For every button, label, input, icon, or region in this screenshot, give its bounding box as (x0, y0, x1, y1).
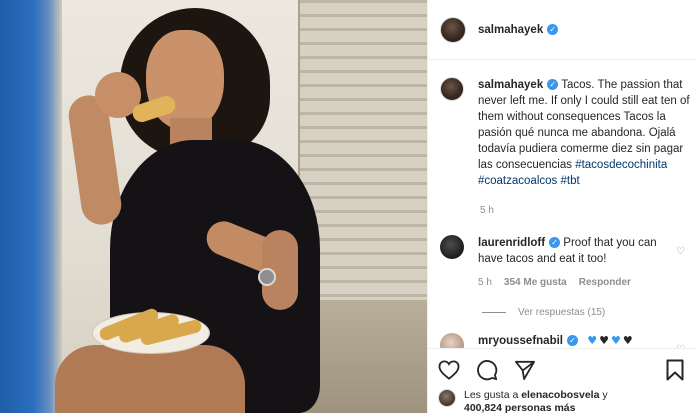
black-heart-icon: ♥ (622, 333, 633, 347)
comment-time[interactable]: 5 h (478, 277, 492, 288)
comment-text: laurenridloff ✓ Proof that you can have t… (478, 235, 668, 267)
likes-prefix: Les gusta a (464, 389, 519, 401)
woman-legs (55, 345, 245, 413)
blue-heart-icon: ♥ (610, 333, 621, 347)
save-bookmark-icon[interactable] (664, 359, 686, 381)
comment-meta: 5 h 354 Me gusta Responder (478, 277, 668, 288)
view-replies-button[interactable]: Ver respuestas (15) (482, 307, 605, 318)
likes-count[interactable]: 400,824 personas más (464, 402, 576, 413)
action-icons (438, 359, 536, 381)
verified-icon: ✓ (567, 335, 578, 347)
likes-and: y (602, 389, 608, 401)
comment-item: laurenridloff ✓ Proof that you can have t… (440, 235, 690, 288)
post-photo[interactable] (0, 0, 427, 413)
liker-avatar[interactable] (438, 389, 456, 407)
comment-text: mryoussefnabil ✓ ♥ ♥ ♥ ♥ (478, 333, 668, 348)
comment-likes[interactable]: 354 Me gusta (504, 277, 567, 288)
black-heart-icon: ♥ (599, 333, 609, 347)
commenter-username[interactable]: laurenridloff (478, 237, 545, 249)
caption-username[interactable]: salmahayek (478, 79, 543, 91)
blue-heart-icon: ♥ (587, 333, 598, 347)
caption-avatar[interactable] (440, 77, 464, 101)
post-actions: Les gusta a elenacobosvela y 400,824 per… (428, 348, 696, 413)
verified-icon: ✓ (547, 79, 559, 91)
hashtag-link[interactable]: #tacosdecochinita (575, 159, 667, 171)
liker-username[interactable]: elenacobosvela (521, 389, 599, 401)
reply-button[interactable]: Responder (579, 277, 631, 288)
share-send-icon[interactable] (514, 359, 536, 381)
commenter-avatar[interactable] (440, 333, 464, 348)
post-caption: salmahayek ✓ Tacos. The passion that neve… (440, 77, 690, 216)
caption-body: Tacos. The passion that never left me. I… (478, 79, 690, 171)
comment-body: laurenridloff ✓ Proof that you can have t… (464, 235, 668, 288)
replies-line (482, 312, 506, 313)
wrist-watch (258, 268, 276, 286)
comments-section[interactable]: salmahayek ✓ Tacos. The passion that neve… (428, 61, 696, 348)
heart-emojis: ♥ ♥ ♥ ♥ (587, 333, 633, 347)
hashtag-link[interactable]: #coatzacoalcos (478, 175, 557, 187)
post-header: salmahayek ✓ (428, 0, 696, 60)
view-replies-label: Ver respuestas (15) (518, 307, 606, 318)
blue-wall (0, 0, 62, 413)
hashtag-link[interactable]: #tbt (560, 175, 579, 187)
commenter-avatar[interactable] (440, 235, 464, 259)
verified-icon: ✓ (549, 237, 561, 249)
commenter-username[interactable]: mryoussefnabil (478, 335, 563, 347)
author-username[interactable]: salmahayek (478, 24, 543, 36)
comment-bubble-icon[interactable] (476, 359, 498, 381)
post-panel: salmahayek ✓ salmahayek ✓ Tacos. The pass… (427, 0, 696, 413)
like-comment-heart-icon[interactable]: ♡ (676, 247, 686, 257)
verified-icon: ✓ (547, 24, 559, 35)
author-avatar[interactable] (440, 16, 466, 43)
comment-item: mryoussefnabil✓ ♥ ♥ ♥ ♥ ♡ (440, 333, 690, 348)
like-heart-icon[interactable] (438, 359, 460, 381)
caption-timestamp[interactable]: 5 h (480, 205, 494, 216)
likes-summary[interactable]: Les gusta a elenacobosvela y 400,824 per… (438, 389, 608, 413)
caption-text: salmahayek ✓ Tacos. The passion that neve… (478, 77, 690, 189)
likes-text: Les gusta a elenacobosvela y 400,824 per… (464, 389, 608, 413)
